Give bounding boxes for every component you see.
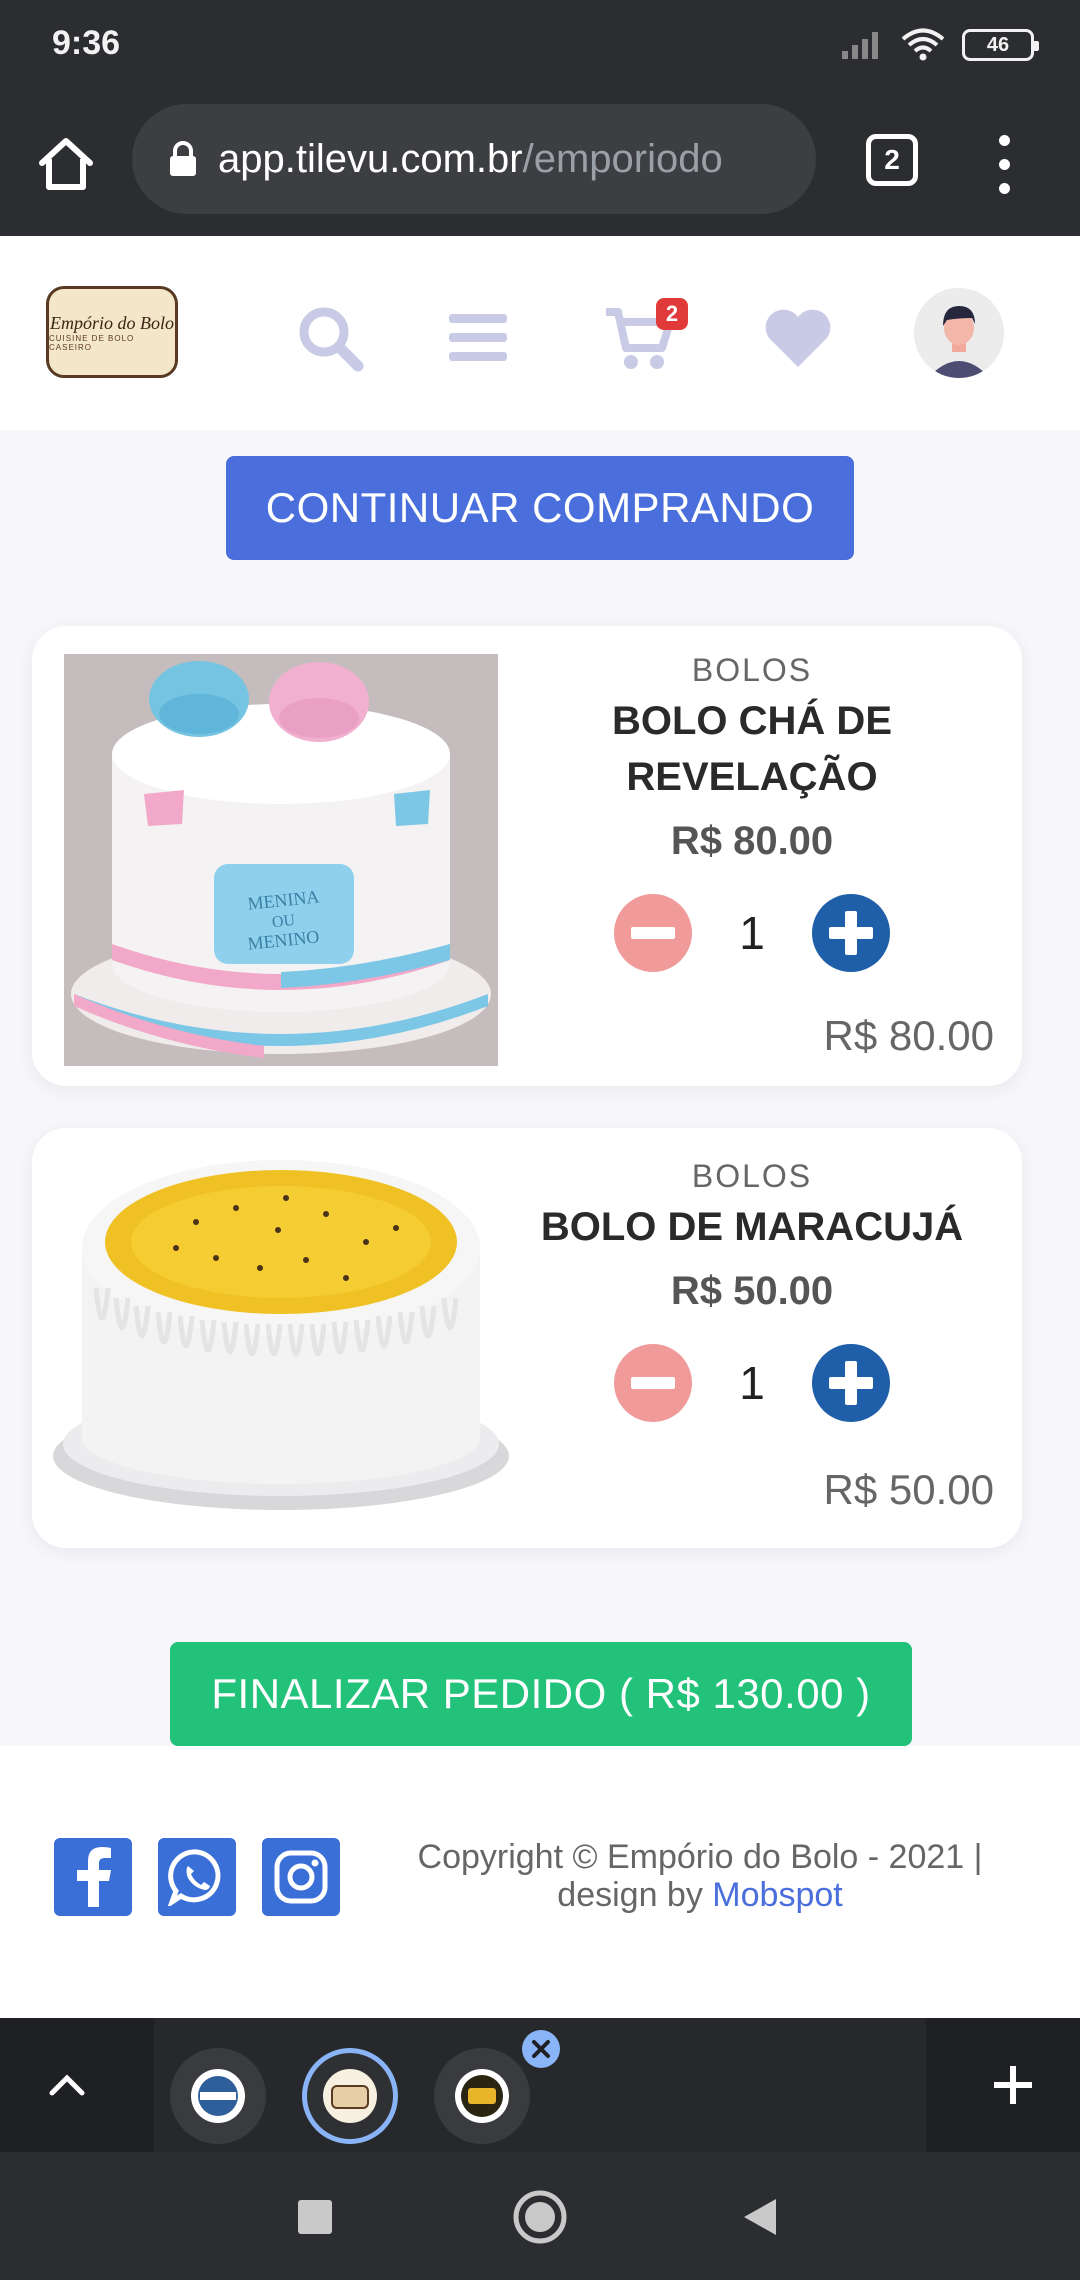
designer-link[interactable]: Mobspot [712,1876,842,1914]
unit-price: R$ 80.00 [670,819,834,863]
home-icon [39,138,93,190]
expand-tabs-button[interactable] [0,2018,134,2152]
url-path: /emporiodo [522,136,723,181]
product-name[interactable]: BOLO DE MARACUJÁ [502,1199,1002,1255]
logo-text: Empório do Bolo [50,312,174,333]
tab-thumbnail[interactable] [434,2048,530,2144]
plus-icon [829,1361,873,1405]
product-info: BOLOS BOLO CHÁ DE REVELAÇÃO R$ 80.00 1 [502,640,1002,972]
footer: Copyright © Empório do Bolo - 2021 | des… [0,1746,1080,2018]
product-info: BOLOS BOLO DE MARACUJÁ R$ 50.00 1 [502,1146,1002,1422]
back-button[interactable] [725,2182,795,2252]
system-nav-bar [0,2152,1080,2280]
product-category: BOLOS [691,1158,813,1194]
increase-quantity-button[interactable] [812,894,890,972]
minus-icon [631,1377,675,1389]
site-header: Empório do Bolo CUISINE DE BOLO CASEIRO … [0,236,1080,430]
instagram-icon[interactable] [262,1838,340,1916]
increase-quantity-button[interactable] [812,1344,890,1422]
decrease-quantity-button[interactable] [614,894,692,972]
square-icon [298,2200,332,2234]
quantity-stepper: 1 [502,894,1002,972]
wifi-icon [901,28,945,61]
lock-icon [170,141,196,176]
circle-icon [513,2190,567,2244]
site-favicon [191,2069,245,2123]
plus-icon [994,2066,1032,2104]
line-total: R$ 80.00 [823,1012,994,1059]
decrease-quantity-button[interactable] [614,1344,692,1422]
quantity-value: 1 [739,907,765,959]
home-nav-button[interactable] [505,2182,575,2252]
recents-button[interactable] [280,2182,350,2252]
plus-icon [829,911,873,955]
cart-button[interactable]: 2 [592,298,688,378]
site-favicon [323,2069,377,2123]
status-icons: 46 [840,28,1039,62]
continue-shopping-button[interactable]: CONTINUAR COMPRANDO [226,456,854,560]
browser-toolbar: app.tilevu.com.br/emporiodo 2 [0,92,1080,236]
status-bar: 9:36 46 [0,0,1080,92]
status-time: 9:36 [52,24,121,62]
line-total: R$ 50.00 [823,1466,994,1513]
triangle-back-icon [744,2199,776,2235]
more-options-icon[interactable] [984,128,1024,200]
logo-subtext: CUISINE DE BOLO CASEIRO [49,333,135,352]
new-tab-button[interactable] [946,2018,1080,2152]
quantity-value: 1 [739,1357,765,1409]
signal-icon [842,32,878,59]
cart-item: MENINA OU MENINO BOLOS BOLO CHÁ DE REVEL… [32,626,1022,1086]
tab-switcher-button[interactable]: 2 [866,134,918,186]
cart-badge: 2 [656,298,688,330]
search-icon[interactable] [290,298,370,378]
tab-thumbnail[interactable] [170,2048,266,2144]
menu-icon[interactable] [438,298,518,378]
battery-icon: 46 [962,29,1039,61]
cart-item: BOLOS BOLO DE MARACUJÁ R$ 50.00 1 R$ 50.… [32,1128,1022,1548]
unit-price: R$ 50.00 [670,1269,834,1313]
minus-icon [631,927,675,939]
tab-thumbnail-active[interactable] [302,2048,398,2144]
checkout-button[interactable]: FINALIZAR PEDIDO ( R$ 130.00 ) [170,1642,912,1746]
url-text: app.tilevu.com.br/emporiodo [218,137,723,182]
quantity-stepper: 1 [502,1344,1002,1422]
browser-tab-strip [0,2018,1080,2152]
site-favicon [455,2069,509,2123]
product-category: BOLOS [691,652,813,688]
whatsapp-icon[interactable] [158,1838,236,1916]
product-image[interactable] [46,1138,516,1518]
design-by-label: design by [557,1876,703,1914]
copyright-line: Copyright © Empório do Bolo - 2021 | [417,1838,983,1876]
facebook-icon[interactable] [54,1838,132,1916]
copyright-text: Copyright © Empório do Bolo - 2021 | des… [380,1838,1020,1914]
close-tab-icon[interactable] [522,2030,560,2068]
url-bar[interactable]: app.tilevu.com.br/emporiodo [132,104,816,214]
product-image[interactable]: MENINA OU MENINO [64,654,498,1066]
product-name[interactable]: BOLO CHÁ DE REVELAÇÃO [502,693,1002,805]
chevron-up-icon [49,2074,85,2096]
url-domain: app.tilevu.com.br [218,136,523,181]
home-button[interactable] [30,128,102,200]
heart-icon[interactable] [758,298,838,378]
avatar[interactable] [914,288,1004,378]
tab-group [154,2018,926,2152]
site-logo[interactable]: Empório do Bolo CUISINE DE BOLO CASEIRO [46,286,178,378]
